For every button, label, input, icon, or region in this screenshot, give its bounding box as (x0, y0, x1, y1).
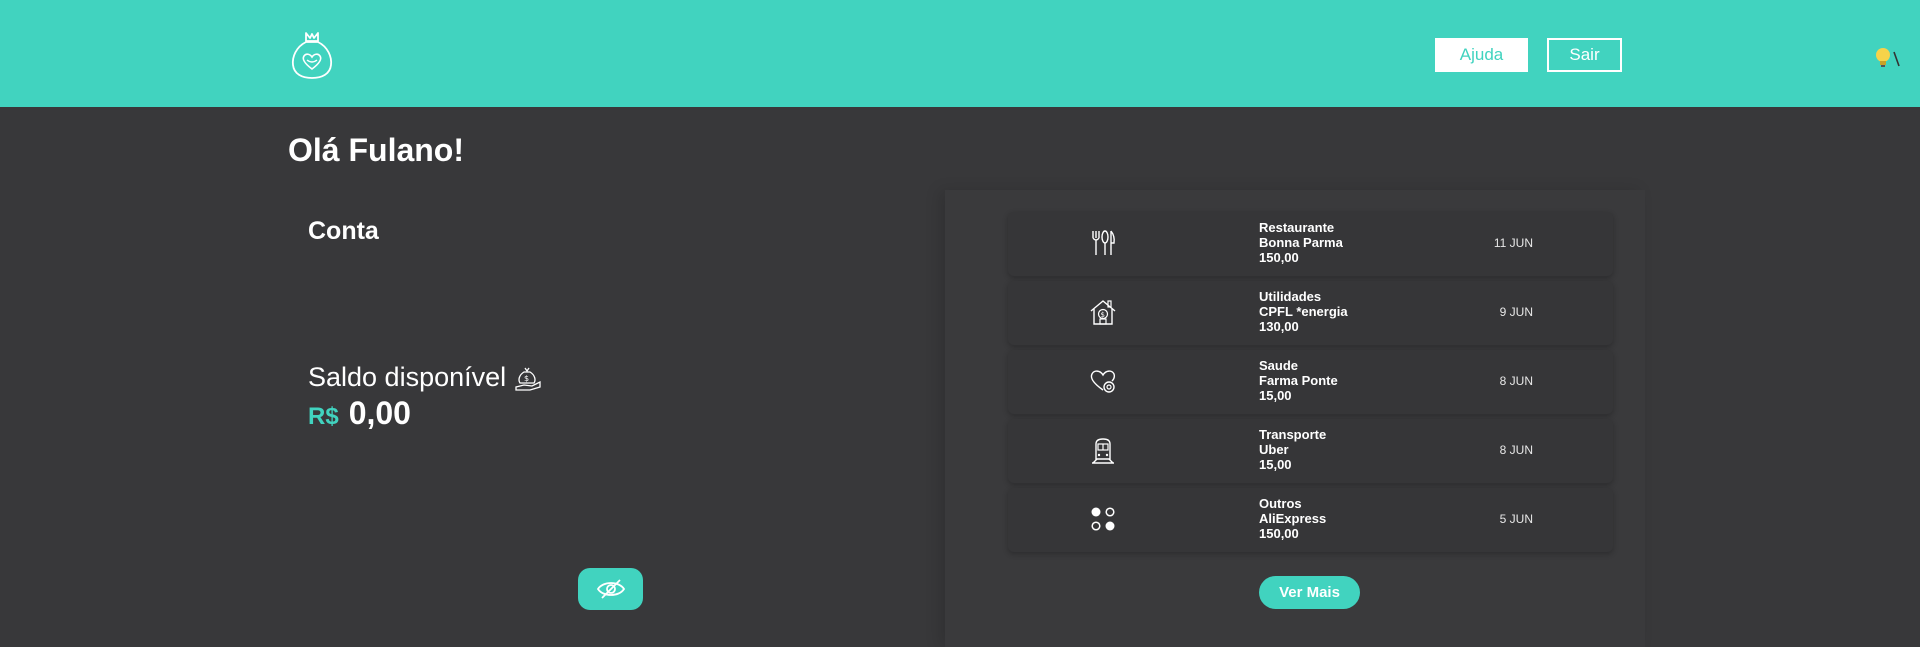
transaction-item[interactable]: Transporte Uber 15,00 8 JUN (1008, 419, 1613, 483)
transaction-date: 8 JUN (1499, 374, 1533, 388)
help-button[interactable]: Ajuda (1435, 38, 1528, 72)
money-bag-hand-icon: $ (515, 367, 541, 391)
greeting-title: Olá Fulano! (288, 132, 464, 168)
transaction-item[interactable]: Saude Farma Ponte 15,00 8 JUN (1008, 350, 1613, 414)
transaction-merchant: Bonna Parma (1259, 235, 1343, 250)
currency-label: R$ (308, 403, 339, 430)
transaction-item[interactable]: $ Utilidades CPFL *energia 130,00 9 JUN (1008, 281, 1613, 345)
train-icon (1092, 438, 1114, 464)
balance-row: R$ 0,00 (308, 395, 411, 432)
see-more-button[interactable]: Ver Mais (1259, 576, 1360, 609)
transaction-date: 9 JUN (1499, 305, 1533, 319)
transaction-details: Utilidades CPFL *energia 130,00 (1259, 289, 1348, 334)
fork-knife-icon (1092, 230, 1115, 255)
logout-button[interactable]: Sair (1547, 38, 1622, 72)
transaction-amount: 15,00 (1259, 457, 1292, 472)
transaction-category: Saude (1259, 358, 1299, 373)
transaction-details: Saude Farma Ponte 15,00 (1259, 358, 1338, 403)
balance-label: Saldo disponível $ (308, 362, 542, 393)
money-bag-heart-icon[interactable] (290, 29, 334, 79)
lightbulb-icon[interactable] (1872, 44, 1902, 70)
transaction-date: 8 JUN (1499, 443, 1533, 457)
transaction-category: Utilidades (1259, 289, 1322, 304)
transaction-details: Outros AliExpress 150,00 (1259, 496, 1326, 541)
account-title: Conta (308, 217, 379, 245)
transaction-merchant: Uber (1259, 442, 1289, 457)
transaction-details: Restaurante Bonna Parma 150,00 (1259, 220, 1343, 265)
transaction-amount: 15,00 (1259, 388, 1292, 403)
transaction-merchant: AliExpress (1259, 511, 1327, 526)
balance-label-text: Saldo disponível (308, 362, 507, 392)
transaction-merchant: CPFL *energia (1259, 304, 1348, 319)
eye-hidden-icon (596, 579, 625, 599)
transaction-category: Outros (1259, 496, 1302, 511)
svg-text:$: $ (1101, 311, 1105, 319)
transactions-list: Restaurante Bonna Parma 150,00 11 JUN $ … (1008, 212, 1613, 557)
transaction-amount: 150,00 (1259, 526, 1299, 541)
svg-text:$: $ (524, 374, 529, 383)
transaction-amount: 130,00 (1259, 319, 1299, 334)
transaction-date: 5 JUN (1499, 512, 1533, 526)
dots-grid-icon (1091, 507, 1115, 531)
balance-amount: 0,00 (348, 395, 411, 431)
transaction-category: Restaurante (1259, 220, 1335, 235)
transaction-item[interactable]: Outros AliExpress 150,00 5 JUN (1008, 488, 1613, 552)
transaction-amount: 150,00 (1259, 250, 1299, 265)
transaction-date: 11 JUN (1493, 236, 1533, 250)
house-dollar-icon: $ (1090, 300, 1116, 325)
toggle-balance-button[interactable] (578, 568, 643, 610)
transaction-details: Transporte Uber 15,00 (1259, 427, 1326, 472)
heart-health-icon (1090, 370, 1116, 393)
transaction-item[interactable]: Restaurante Bonna Parma 150,00 11 JUN (1008, 212, 1613, 276)
top-header: Ajuda Sair (0, 0, 1920, 107)
transaction-merchant: Farma Ponte (1259, 373, 1338, 388)
transaction-category: Transporte (1259, 427, 1327, 442)
